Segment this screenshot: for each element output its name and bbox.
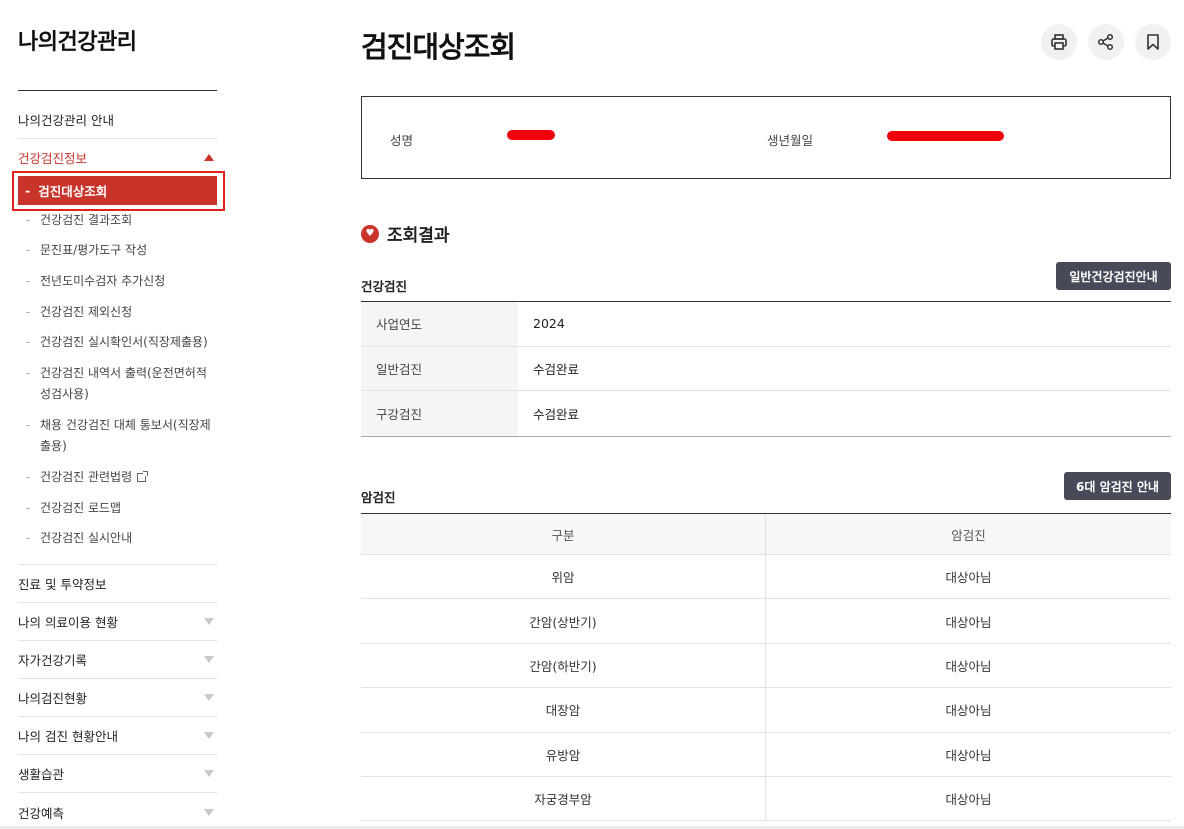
menu-item-treatment[interactable]: 진료 및 투약정보 [18,565,217,603]
cancer-checkup-table: 구분 암검진 위암 대상아님 간암(상반기) 대상아님 간암(하반기) 대상아님… [361,513,1171,822]
health-checkup-title: 건강검진 [361,279,408,294]
sub-item-replacement-notice[interactable]: - 채용 건강검진 대체 통보서(직장제출용) [26,415,217,457]
cancer-checkup-guide-button[interactable]: 6대 암검진 안내 [1064,472,1171,500]
chevron-down-icon [204,694,214,701]
menu-item-prediction[interactable]: 건강예측 [18,793,217,829]
dash-icon: - [25,183,31,198]
table-row: 일반검진 수검완료 [361,346,1171,392]
table-row: 위암 대상아님 [361,555,1171,600]
chevron-up-icon [204,154,214,161]
menu-item-label: 건강검진정보 [18,151,88,166]
sub-item-questionnaire[interactable]: - 문진표/평가도구 작성 [26,240,217,261]
sub-item-confirmation[interactable]: - 건강검진 실시확인서(직장제출용) [26,332,217,353]
sub-item-exclusion-request[interactable]: - 건강검진 제외신청 [26,302,217,323]
sub-item-statement-print[interactable]: - 건강검진 내역서 출력(운전면허적성검사용) [26,363,217,405]
sidebar-title: 나의건강관리 [18,30,137,55]
menu-item-checkup-status[interactable]: 나의 검진 현황안내 [18,717,217,755]
chevron-down-icon [204,770,214,777]
chevron-down-icon [204,808,214,816]
menu-item-my-checkup[interactable]: 나의검진현황 [18,679,217,717]
redacted-name [507,130,555,140]
table-row: 유방암 대상아님 [361,732,1171,777]
print-icon [1051,34,1067,50]
sidebar-divider [18,90,217,91]
redacted-birthdate [887,131,1004,141]
sub-item-additional-request[interactable]: - 전년도미수검자 추가신청 [26,271,217,292]
cancer-checkup-title: 암검진 [361,490,396,505]
birth-label: 생년월일 [767,133,814,148]
share-icon [1097,33,1114,51]
table-row: 자궁경부암 대상아님 [361,776,1171,822]
sub-item-target-lookup[interactable]: - 검진대상조회 [18,176,217,205]
bookmark-button[interactable] [1135,24,1171,60]
menu-item-self-record[interactable]: 자가건강기록 [18,641,217,679]
personal-info-box: 성명 생년월일 [361,96,1171,179]
bookmark-icon [1147,34,1159,50]
sub-item-guide[interactable]: - 건강검진 실시안내 [26,528,217,549]
chevron-down-icon [204,618,214,625]
share-button[interactable] [1088,24,1124,60]
page-title: 검진대상조회 [361,30,516,64]
sub-item-label: 검진대상조회 [38,184,108,199]
menu-item-label: 나의건강관리 안내 [18,112,114,128]
table-row: 간암(상반기) 대상아님 [361,599,1171,644]
heart-icon: ♥ [361,224,379,243]
table-header: 구분 암검진 [361,514,1171,555]
sub-item-results[interactable]: - 건강검진 결과조회 [26,210,217,231]
print-button[interactable] [1041,24,1077,60]
sub-item-laws[interactable]: - 건강검진 관련법령 [26,467,217,488]
menu-item-lifestyle[interactable]: 생활습관 [18,755,217,793]
health-checkup-table: 사업연도 2024 일반검진 수검완료 구강검진 수검완료 [361,301,1171,438]
general-checkup-guide-button[interactable]: 일반건강검진안내 [1056,262,1171,290]
menu-item-medical-usage[interactable]: 나의 의료이용 현황 [18,603,217,641]
name-label: 성명 [390,133,414,148]
table-row: 구강검진 수검완료 [361,391,1171,437]
table-row: 대장암 대상아님 [361,688,1171,733]
section-title: ♥ 조회결과 [361,221,450,246]
external-link-icon [137,471,149,482]
sub-item-roadmap[interactable]: - 건강검진 로드맵 [26,498,217,519]
chevron-down-icon [204,656,214,663]
menu-item-guide[interactable]: 나의건강관리 안내 [18,100,217,139]
table-row: 간암(하반기) 대상아님 [361,643,1171,689]
table-row: 사업연도 2024 [361,302,1171,347]
chevron-down-icon [204,732,214,739]
